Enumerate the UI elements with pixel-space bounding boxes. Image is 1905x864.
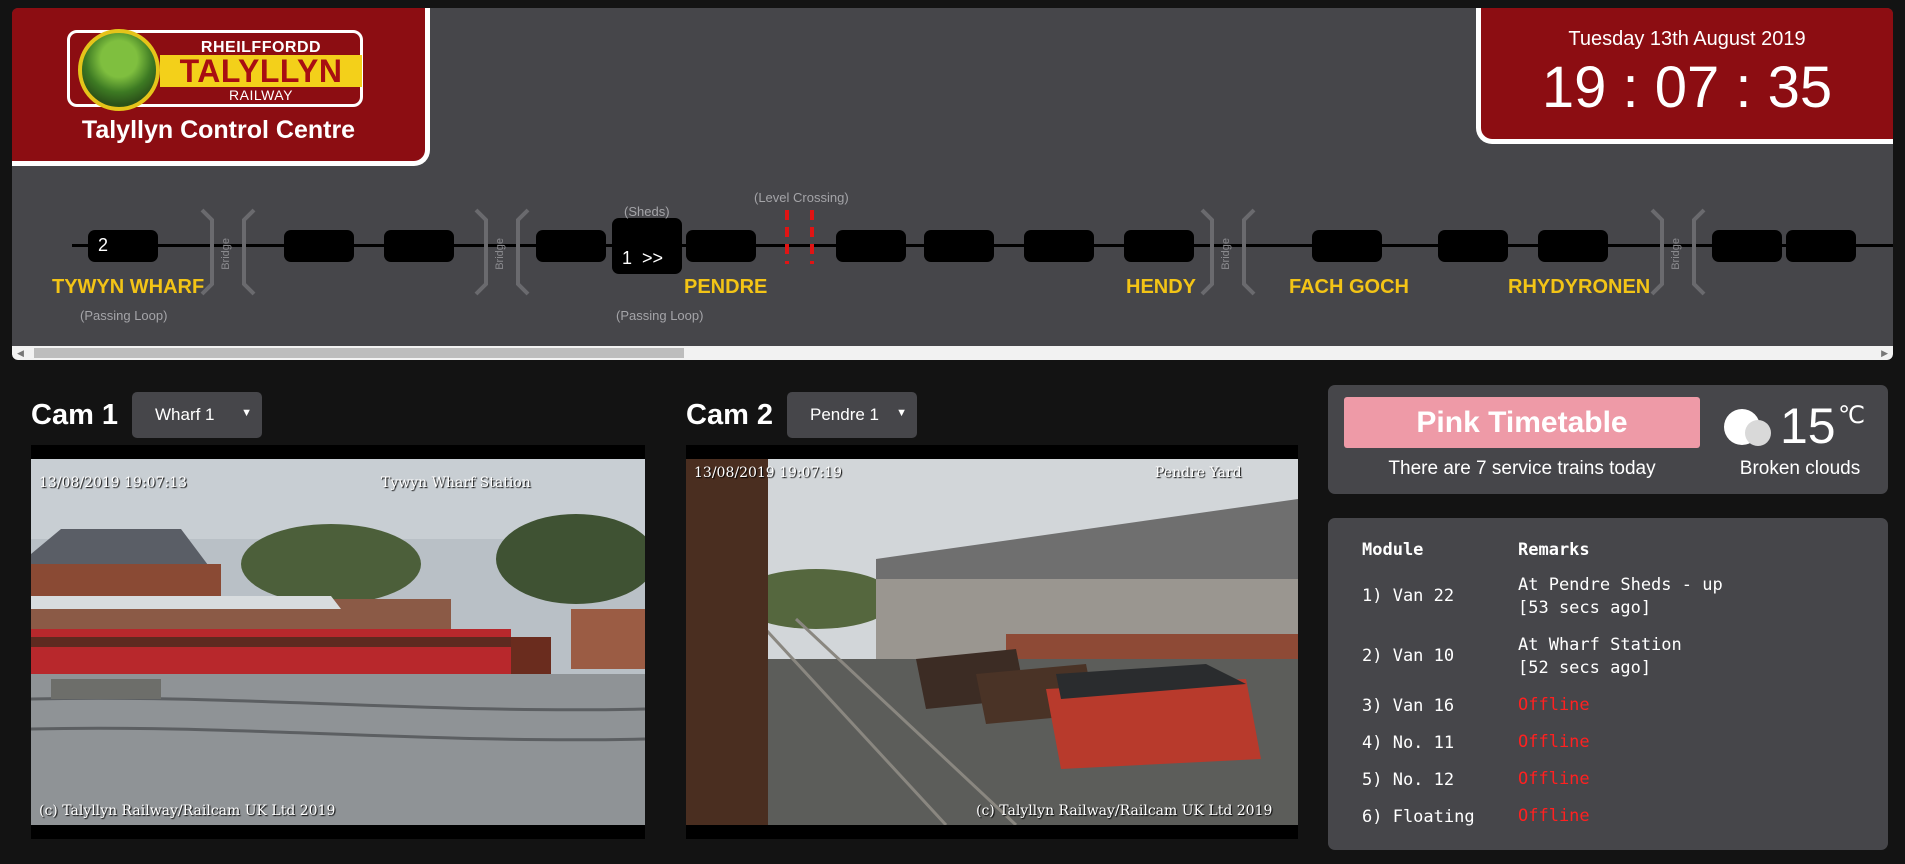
bridge-label: Bridge xyxy=(494,238,506,270)
level-crossing-marker xyxy=(810,210,814,264)
cam1-image xyxy=(31,459,645,825)
track-section[interactable] xyxy=(536,230,606,262)
clock-date: Tuesday 13th August 2019 xyxy=(1568,28,1806,50)
cam2-header: Cam 2 Pendre 1 ▼ xyxy=(686,392,926,438)
cam1-station-caption: Tywyn Wharf Station xyxy=(381,475,531,491)
passing-loop-label: (Passing Loop) xyxy=(616,308,704,323)
cam1-timestamp: 13/08/2019 19:07:13 xyxy=(39,475,188,491)
track-section[interactable] xyxy=(924,230,994,262)
track-section[interactable] xyxy=(1538,230,1608,262)
section-label: 1 >> xyxy=(622,248,664,268)
module-status-table: Module Remarks 1) Van 22 At Pendre Sheds… xyxy=(1328,518,1888,850)
scroll-left-icon[interactable]: ◀ xyxy=(17,346,24,360)
page-title: Talyllyn Control Centre xyxy=(81,116,356,144)
bridge-label: Bridge xyxy=(220,238,232,270)
bridge-label: Bridge xyxy=(1220,238,1232,270)
horizontal-scrollbar[interactable]: ◀ ▶ xyxy=(12,346,1893,360)
track-section[interactable]: 2 xyxy=(88,230,158,262)
bridge-marker: Bridge xyxy=(472,208,532,296)
station-hendy: HENDY xyxy=(1126,276,1197,298)
cam2-image xyxy=(686,459,1298,825)
cam1-feed: 13/08/2019 19:07:13 Tywyn Wharf Station … xyxy=(31,445,645,839)
track-section[interactable] xyxy=(284,230,354,262)
module-status-offline: Offline xyxy=(1518,769,1590,789)
cloud-icon xyxy=(1724,409,1771,446)
weather-temperature: 15 xyxy=(1780,398,1836,454)
cam2-station-caption: Pendre Yard xyxy=(1155,465,1242,481)
remarks-column-header: Remarks xyxy=(1518,540,1590,560)
sheds-label: (Sheds) xyxy=(624,204,670,219)
level-crossing-marker xyxy=(785,210,789,264)
cam2-select[interactable]: Pendre 1 ▼ xyxy=(787,392,917,438)
timetable-panel: Pink Timetable There are 7 service train… xyxy=(1328,385,1888,494)
cam2-select-value: Pendre 1 xyxy=(810,405,879,424)
station-fach-goch: FACH GOCH xyxy=(1289,276,1409,298)
module-name: 5) No. 12 xyxy=(1362,770,1455,790)
track-section[interactable] xyxy=(1712,230,1782,262)
cam2-timestamp: 13/08/2019 19:07:19 xyxy=(694,465,843,481)
module-name: 6) Floating xyxy=(1362,807,1475,827)
bridge-label: Bridge xyxy=(1670,238,1682,270)
track-overview-panel: RHEILFFORDD TALYLLYN RAILWAY Talyllyn Co… xyxy=(12,8,1893,360)
scroll-right-icon[interactable]: ▶ xyxy=(1881,346,1888,360)
bridge-marker: Bridge xyxy=(1198,208,1258,296)
module-remark: At Pendre Sheds - up [53 secs ago] xyxy=(1518,575,1723,618)
cam2-copyright: (c) Talyllyn Railway/Railcam UK Ltd 2019 xyxy=(976,803,1273,819)
module-name: 1) Van 22 xyxy=(1362,586,1455,606)
cam2-feed: 13/08/2019 19:07:19 Pendre Yard (c) Taly… xyxy=(686,445,1298,839)
chevron-down-icon: ▼ xyxy=(896,407,907,419)
weather-unit: ℃ xyxy=(1838,402,1865,429)
cam1-select[interactable]: Wharf 1 ▼ xyxy=(132,392,262,438)
module-name: 2) Van 10 xyxy=(1362,646,1455,666)
timetable-subtitle: There are 7 service trains today xyxy=(1388,458,1656,479)
railway-logo: RHEILFFORDD TALYLLYN RAILWAY xyxy=(67,29,363,111)
track-section[interactable] xyxy=(1438,230,1508,262)
track-section[interactable] xyxy=(1312,230,1382,262)
passing-loop-label: (Passing Loop) xyxy=(80,308,168,323)
level-crossing-label: (Level Crossing) xyxy=(754,190,849,205)
station-rhydyronen: RHYDYRONEN xyxy=(1508,276,1651,298)
cam1-select-value: Wharf 1 xyxy=(155,405,215,424)
timetable-badge: Pink Timetable xyxy=(1344,397,1700,448)
module-status-offline: Offline xyxy=(1518,806,1590,826)
station-tywyn-wharf: TYWYN WHARF xyxy=(52,276,205,298)
track-section[interactable] xyxy=(836,230,906,262)
track-section[interactable] xyxy=(686,230,756,262)
section-label: 2 xyxy=(98,235,109,255)
module-status-offline: Offline xyxy=(1518,695,1590,715)
weather-description: Broken clouds xyxy=(1739,458,1861,479)
module-name: 4) No. 11 xyxy=(1362,733,1455,753)
track-section[interactable] xyxy=(1024,230,1094,262)
station-pendre: PENDRE xyxy=(684,276,768,298)
clock-panel: Tuesday 13th August 2019 19 : 07 : 35 xyxy=(1476,8,1893,144)
track-section[interactable] xyxy=(384,230,454,262)
logo-header: RHEILFFORDD TALYLLYN RAILWAY Talyllyn Co… xyxy=(12,8,430,166)
cam2-label: Cam 2 xyxy=(686,399,774,431)
chevron-down-icon: ▼ xyxy=(241,407,252,419)
cam1-copyright: (c) Talyllyn Railway/Railcam UK Ltd 2019 xyxy=(39,803,336,819)
track-section[interactable] xyxy=(1786,230,1856,262)
module-status-offline: Offline xyxy=(1518,732,1590,752)
logo-text-main: TALYLLYN xyxy=(160,55,362,87)
cam1-label: Cam 1 xyxy=(31,399,119,431)
bridge-marker: Bridge xyxy=(1648,208,1708,296)
clock-time: 19 : 07 : 35 xyxy=(1541,55,1833,120)
module-name: 3) Van 16 xyxy=(1362,696,1455,716)
railway-yard-photo xyxy=(686,459,1298,825)
scrollbar-thumb[interactable] xyxy=(34,348,684,358)
track-diagram: 2 1 >> Bridge Bridge Bridge Bridge (Leve… xyxy=(12,168,1893,346)
track-section[interactable]: 1 >> xyxy=(612,218,682,274)
module-remark: At Wharf Station [52 secs ago] xyxy=(1518,635,1682,678)
module-column-header: Module xyxy=(1362,540,1424,560)
logo-text-bottom: RAILWAY xyxy=(229,87,293,103)
cam1-header: Cam 1 Wharf 1 ▼ xyxy=(31,392,271,438)
logo-emblem-icon xyxy=(78,29,160,111)
bridge-marker: Bridge xyxy=(198,208,258,296)
railway-station-photo xyxy=(31,459,645,825)
track-section[interactable] xyxy=(1124,230,1194,262)
